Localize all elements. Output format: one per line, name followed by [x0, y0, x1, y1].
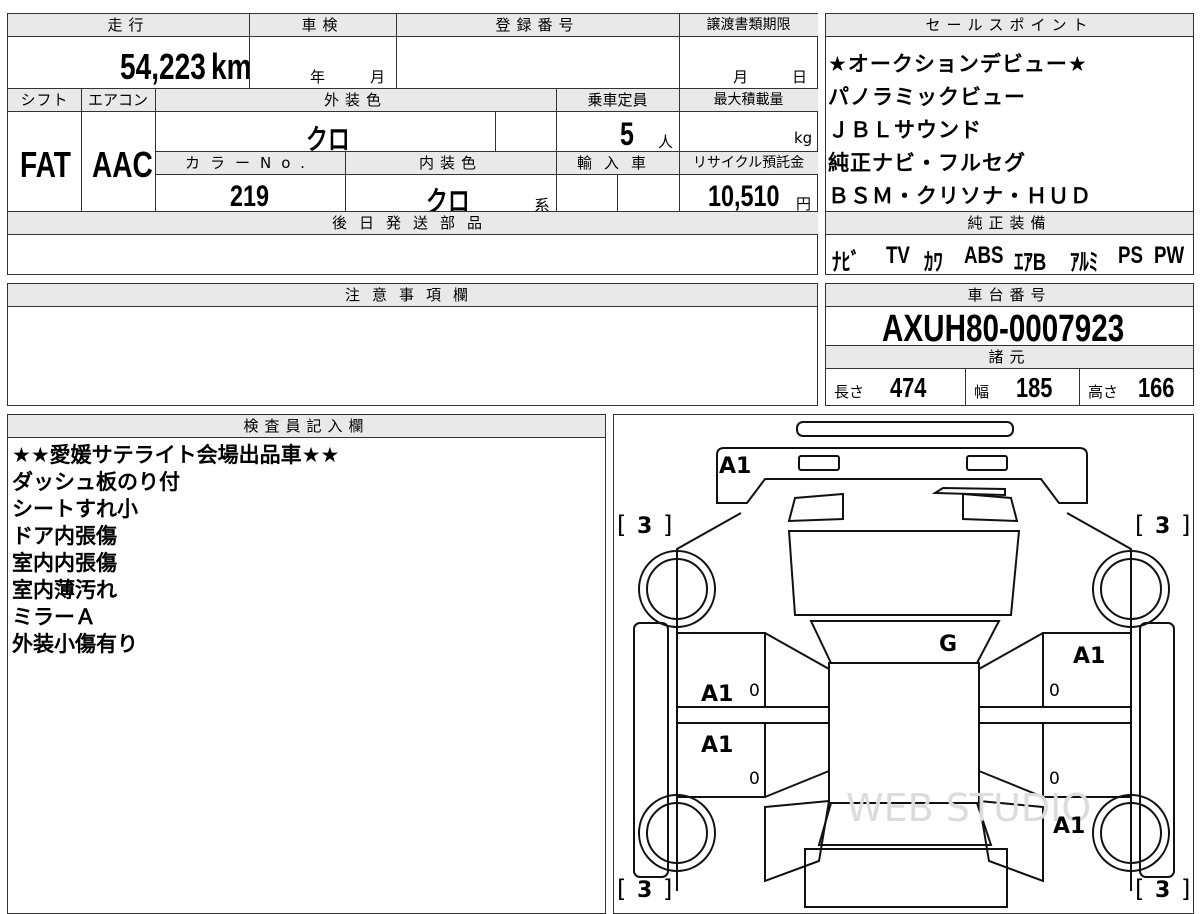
transfer-day-unit: 日: [792, 68, 808, 86]
max-load-unit: kg: [794, 129, 813, 147]
equipment-item: ｴｱB: [1014, 249, 1047, 276]
transfer-month-unit: 月: [733, 68, 749, 86]
import-header: 輸入車: [556, 152, 679, 175]
inspector-line: ミラーＡ: [12, 605, 96, 629]
tire-grade: 3: [637, 514, 652, 539]
chassis-header: 車台番号: [826, 284, 1193, 307]
vehicle-info-table: 走行 車検 登録番号 譲渡書類期限 54,223 km 年 月 月 日 シフト …: [7, 13, 818, 275]
max-load-header: 最大積載量: [679, 89, 818, 112]
svg-text:]: ]: [663, 875, 672, 903]
right-front-mark: A1: [1073, 644, 1105, 669]
sales-point-item: パノラミックビュー: [828, 85, 1026, 109]
inspector-header: 検査員記入欄: [8, 415, 605, 438]
registration-header: 登録番号: [396, 14, 679, 37]
height-value: 166: [1138, 372, 1175, 403]
length-value: 474: [890, 372, 927, 403]
tire-grade: 3: [637, 878, 652, 903]
length-label: 長さ: [834, 383, 865, 401]
inspector-line: 外装小傷有り: [12, 632, 138, 656]
svg-text:[: [: [617, 875, 626, 903]
inspector-line: 室内薄汚れ: [12, 578, 117, 602]
notes-panel: 注意事項欄: [7, 283, 818, 406]
chassis-panel: 車台番号 AXUH80-0007923 諸元 長さ 474 幅 185 高さ 1…: [825, 283, 1194, 406]
recycle-fee-value: 10,510: [708, 180, 780, 213]
car-diagram-panel: WEB STUDIO [3] [3] [3] [3] A1 G A1 A1 A1…: [613, 414, 1194, 914]
svg-text:]: ]: [1181, 875, 1190, 903]
equipment-item: TV: [886, 242, 910, 269]
inspector-line: ダッシュ板のり付: [12, 470, 180, 494]
capacity-value: 5: [620, 116, 634, 152]
color-no-value: 219: [230, 180, 270, 213]
zero-mark: 0: [1049, 769, 1060, 789]
factory-equipment-header: 純正装備: [826, 212, 1193, 235]
inspector-line: ドア内張傷: [12, 524, 117, 548]
color-no-header: カラーNo.: [155, 152, 345, 175]
width-label: 幅: [974, 383, 990, 401]
svg-text:]: ]: [663, 511, 672, 539]
shaken-year-unit: 年: [310, 68, 326, 86]
zero-mark: 0: [749, 681, 760, 701]
shaken-header: 車検: [249, 14, 396, 37]
car-diagram: WEB STUDIO [3] [3] [3] [3] A1 G A1 A1 A1…: [617, 421, 1190, 908]
tire-grade: 3: [1155, 878, 1170, 903]
sales-point-item: ★オークションデビュー★: [828, 52, 1088, 76]
tire-grade: 3: [1155, 514, 1170, 539]
specs-header: 諸元: [826, 346, 1193, 369]
equipment-item: ﾅﾋﾞ: [832, 249, 861, 276]
shift-header: シフト: [8, 89, 81, 112]
sales-point-item: ＪＢＬサウンド: [828, 118, 982, 142]
height-label: 高さ: [1088, 383, 1119, 401]
capacity-header: 乗車定員: [556, 89, 679, 112]
svg-text:]: ]: [1181, 511, 1190, 539]
inspector-line: 室内内張傷: [12, 551, 117, 575]
delivery-parts-header: 後日発送部品: [8, 212, 818, 235]
front-mark: A1: [719, 454, 751, 479]
equipment-item: ｱﾙﾐ: [1070, 249, 1099, 276]
width-value: 185: [1016, 372, 1053, 403]
sales-point-item: ＢＳＭ・クリソナ・ＨＵＤ: [828, 184, 1092, 208]
inspector-line: シートすれ小: [12, 497, 138, 521]
sales-points-header: セールスポイント: [826, 14, 1193, 37]
right-rear-mark: A1: [1053, 814, 1085, 839]
left-front-door-mark: A1: [701, 682, 733, 707]
mileage-value: 54,223: [120, 46, 206, 87]
notes-header: 注意事項欄: [8, 284, 817, 307]
recycle-fee-header: リサイクル預託金: [679, 152, 818, 175]
inspector-line: ★★愛媛サテライト会場出品車★★: [12, 443, 340, 467]
inspector-panel: 検査員記入欄 ★★愛媛サテライト会場出品車★★ ダッシュ板のり付 シートすれ小 …: [7, 414, 606, 914]
capacity-unit: 人: [658, 133, 674, 151]
mileage-header: 走行: [8, 14, 249, 37]
equipment-item: ABS: [964, 242, 1004, 269]
aircon-header: エアコン: [81, 89, 155, 112]
equipment-item: PW: [1154, 242, 1185, 269]
svg-text:[: [: [617, 511, 626, 539]
mileage-unit: km: [211, 46, 252, 87]
interior-color-header: 内装色: [345, 152, 556, 175]
shift-value: FAT: [20, 144, 71, 185]
aircon-value: AAC: [92, 144, 153, 185]
svg-text:[: [: [1135, 875, 1144, 903]
sales-point-item: 純正ナビ・フルセグ: [828, 151, 1026, 175]
windshield-mark: G: [939, 632, 957, 657]
transfer-deadline-header: 譲渡書類期限: [679, 14, 818, 37]
equipment-item: ｶﾜ: [924, 249, 943, 276]
shaken-month-unit: 月: [370, 68, 386, 86]
zero-mark: 0: [749, 769, 760, 789]
equipment-item: PS: [1118, 242, 1143, 269]
zero-mark: 0: [1049, 681, 1060, 701]
svg-text:[: [: [1135, 511, 1144, 539]
left-rear-door-mark: A1: [701, 733, 733, 758]
sales-points-panel: セールスポイント ★オークションデビュー★ パノラミックビュー ＪＢＬサウンド …: [825, 13, 1194, 276]
exterior-color-header: 外装色: [155, 89, 556, 112]
